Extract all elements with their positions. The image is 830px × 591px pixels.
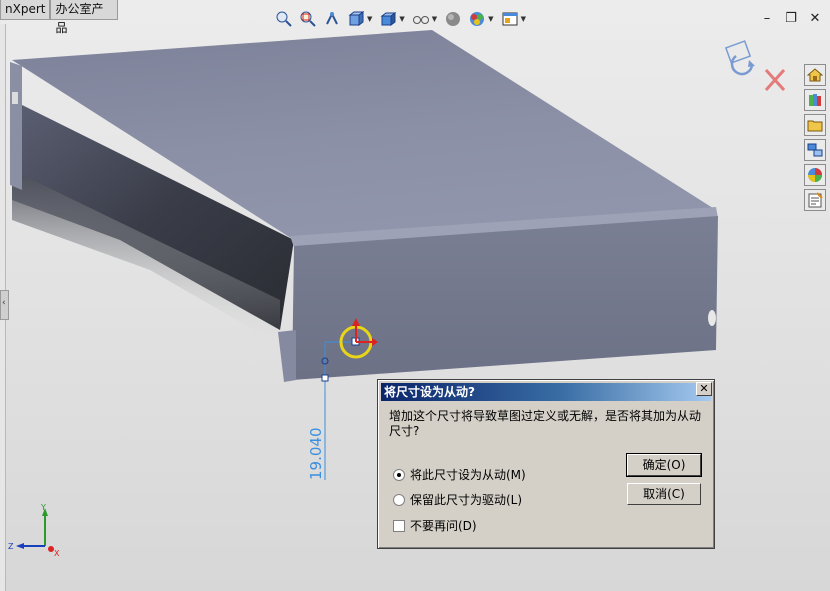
view-settings-icon[interactable] (500, 9, 520, 29)
tab-nxpert[interactable]: nXpert (0, 0, 51, 20)
design-library-icon[interactable] (804, 89, 826, 111)
triad-y-label: Y (40, 503, 46, 512)
view-orientation-icon[interactable] (378, 9, 398, 29)
restore-button[interactable]: ❐ (784, 12, 798, 26)
option-make-driven-label: 将此尺寸设为从动(M) (410, 468, 526, 482)
chevron-down-icon[interactable]: ▼ (367, 15, 372, 23)
minimize-button[interactable]: – (760, 12, 774, 26)
dont-ask-again-label: 不要再问(D) (410, 519, 477, 533)
close-window-button[interactable]: ✕ (808, 12, 822, 26)
triad-z-label: Z (8, 542, 14, 551)
exit-sketch-icon[interactable] (724, 40, 755, 76)
custom-properties-icon[interactable] (804, 189, 826, 211)
window-controls: – ❐ ✕ (760, 12, 822, 26)
panel-collapse-handle[interactable]: ‹ (0, 290, 9, 320)
zoom-area-icon[interactable] (298, 9, 318, 29)
view-palette-icon[interactable] (804, 139, 826, 161)
confirmation-corner (722, 36, 792, 96)
triad-x-label: X (54, 549, 60, 558)
tab-office-products[interactable]: 办公室产品 (50, 0, 118, 35)
home-icon[interactable] (804, 64, 826, 86)
make-dimension-driven-dialog: 将尺寸设为从动? ✕ 增加这个尺寸将导致草图过定义或无解，是否将其加为从动尺寸?… (377, 379, 715, 549)
hide-show-items-icon[interactable] (411, 9, 431, 29)
zoom-to-fit-icon[interactable] (274, 9, 294, 29)
dialog-close-button[interactable]: ✕ (696, 382, 712, 396)
checkbox-dont-ask-again[interactable] (393, 519, 405, 532)
option-make-driven[interactable]: 将此尺寸设为从动(M) (393, 466, 526, 483)
apply-scene-icon[interactable] (467, 9, 487, 29)
chevron-down-icon[interactable]: ▼ (488, 15, 493, 23)
previous-view-icon[interactable] (322, 9, 342, 29)
chevron-down-icon[interactable]: ▼ (399, 15, 404, 23)
chevron-down-icon[interactable]: ▼ (521, 15, 526, 23)
section-view-icon[interactable] (346, 9, 366, 29)
option-dont-ask-again[interactable]: 不要再问(D) (393, 517, 477, 534)
option-keep-driving-label: 保留此尺寸为驱动(L) (410, 493, 523, 507)
appearances-icon[interactable] (804, 164, 826, 186)
ok-button[interactable]: 确定(O) (626, 453, 702, 477)
radio-make-driven[interactable] (393, 468, 405, 481)
cancel-button[interactable]: 取消(C) (627, 483, 701, 505)
cancel-x-icon[interactable] (764, 68, 786, 92)
dialog-message: 增加这个尺寸将导致草图过定义或无解，是否将其加为从动尺寸? (389, 409, 702, 438)
task-pane-tabs (804, 64, 830, 211)
edit-appearance-icon[interactable] (443, 9, 463, 29)
radio-keep-driving[interactable] (393, 493, 405, 506)
document-tabs: nXpert 办公室产品 (0, 0, 118, 35)
heads-up-view-toolbar: ▼ ▼ ▼ ▼ ▼ (274, 8, 528, 30)
file-explorer-icon[interactable] (804, 114, 826, 136)
option-keep-driving[interactable]: 保留此尺寸为驱动(L) (393, 491, 522, 508)
chevron-down-icon[interactable]: ▼ (432, 15, 437, 23)
dimension-value[interactable]: 19.040 (307, 428, 325, 481)
reference-triad: Y Z X (8, 503, 60, 558)
dialog-title: 将尺寸设为从动? (381, 383, 711, 401)
